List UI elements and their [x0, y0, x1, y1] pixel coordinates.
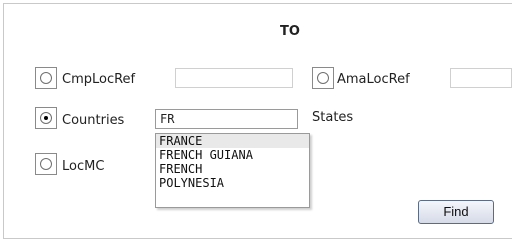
country-suggestions-list: FRANCE FRENCH GUIANA FRENCH POLYNESIA — [155, 133, 310, 208]
form-title: TO — [280, 24, 300, 39]
countries-input[interactable]: FR — [155, 109, 298, 129]
suggestion-item[interactable]: POLYNESIA — [156, 176, 309, 190]
countries-label: Countries — [62, 113, 125, 128]
radio-unchecked-icon — [317, 72, 329, 84]
amalocref-label: AmaLocRef — [337, 72, 410, 87]
cmplocref-label: CmpLocRef — [62, 72, 136, 87]
radio-checked-icon — [40, 112, 52, 124]
suggestion-item[interactable]: FRANCE — [156, 134, 309, 148]
amalocref-input[interactable] — [450, 68, 512, 88]
states-label: States — [312, 110, 354, 125]
radio-unchecked-icon — [40, 72, 52, 84]
countries-radio[interactable] — [35, 107, 57, 129]
cmplocref-input[interactable] — [175, 68, 293, 88]
locmc-label: LocMC — [62, 159, 105, 174]
locmc-radio[interactable] — [35, 153, 57, 175]
suggestion-item[interactable]: FRENCH GUIANA — [156, 148, 309, 162]
suggestion-item[interactable]: FRENCH — [156, 162, 309, 176]
amalocref-radio[interactable] — [312, 67, 334, 89]
find-button[interactable]: Find — [418, 200, 494, 224]
cmplocref-radio[interactable] — [35, 67, 57, 89]
radio-unchecked-icon — [40, 158, 52, 170]
